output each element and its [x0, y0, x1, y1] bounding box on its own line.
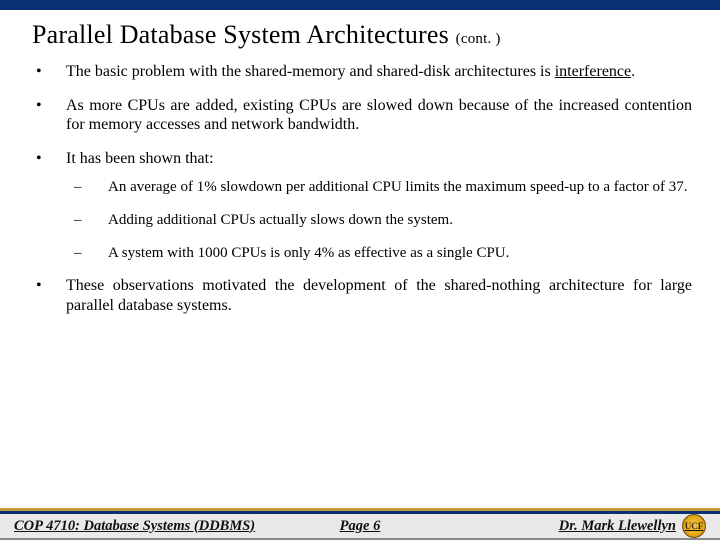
footer-bar: COP 4710: Database Systems (DDBMS) Page … [0, 514, 720, 540]
ucf-logo-text: UCF [685, 521, 704, 531]
footer-course: COP 4710: Database Systems (DDBMS) [14, 518, 255, 535]
slide-content: The basic problem with the shared-memory… [0, 56, 720, 315]
top-band [0, 0, 720, 10]
bullet-1: The basic problem with the shared-memory… [28, 62, 692, 82]
slide-title: Parallel Database System Architectures (… [0, 10, 720, 56]
bullet-4: These observations motivated the develop… [28, 276, 692, 315]
sub-bullet-3: A system with 1000 CPUs is only 4% as ef… [66, 244, 692, 263]
footer-author-wrap: Dr. Mark Llewellyn UCF [559, 514, 706, 538]
bullet-1-keyword: interference [555, 63, 631, 80]
ucf-logo-icon: UCF [682, 514, 706, 538]
sub-bullet-1: An average of 1% slowdown per additional… [66, 178, 692, 197]
title-main: Parallel Database System Architectures [32, 20, 449, 49]
bullet-list: The basic problem with the shared-memory… [28, 62, 692, 315]
sub-bullet-2: Adding additional CPUs actually slows do… [66, 211, 692, 230]
bullet-3-text: It has been shown that: [66, 150, 214, 167]
footer-page: Page 6 [340, 518, 381, 535]
bullet-3: It has been shown that: An average of 1%… [28, 149, 692, 263]
title-suffix: (cont. ) [456, 31, 501, 47]
bullet-1-post: . [631, 63, 635, 80]
bullet-2: As more CPUs are added, existing CPUs ar… [28, 96, 692, 135]
sub-bullet-list: An average of 1% slowdown per additional… [66, 178, 692, 262]
bullet-1-pre: The basic problem with the shared-memory… [66, 63, 555, 80]
footer-author: Dr. Mark Llewellyn [559, 518, 676, 535]
footer: COP 4710: Database Systems (DDBMS) Page … [0, 508, 720, 540]
